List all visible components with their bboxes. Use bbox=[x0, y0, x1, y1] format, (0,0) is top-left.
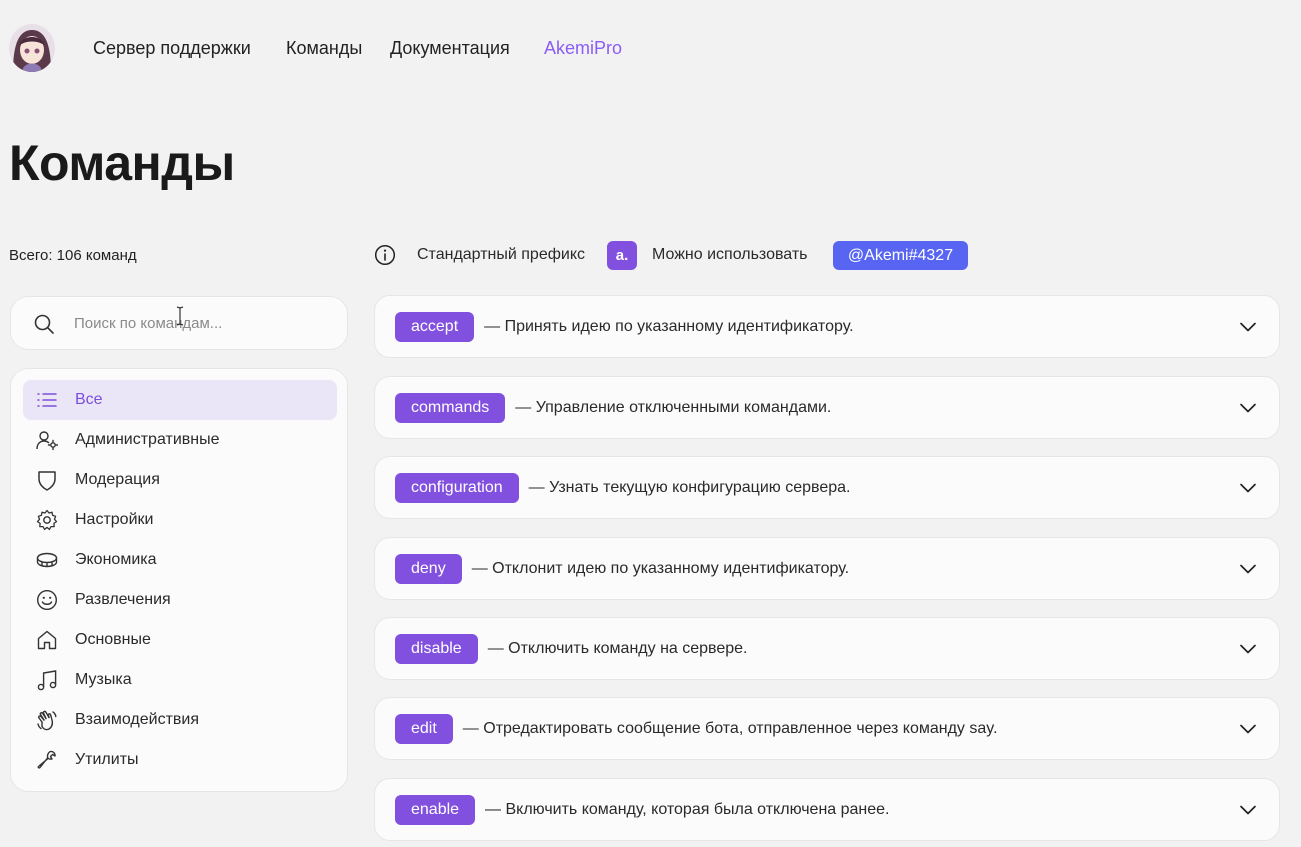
command-item-deny[interactable]: deny — Отклонит идею по указанному идент… bbox=[374, 537, 1280, 600]
prefix-badge: a. bbox=[607, 241, 637, 270]
chevron-down-icon[interactable] bbox=[1239, 560, 1257, 578]
command-description: — Управление отключенными командами. bbox=[515, 398, 832, 416]
category-label: Экономика bbox=[75, 551, 157, 568]
category-music[interactable]: Музыка bbox=[23, 660, 337, 700]
list-icon bbox=[37, 393, 57, 407]
page-title: Команды bbox=[9, 135, 235, 191]
text-cursor-icon bbox=[176, 306, 184, 326]
hand-wave-icon bbox=[37, 710, 57, 731]
top-nav: Сервер поддержки Команды Документация Ak… bbox=[0, 0, 1301, 96]
category-label: Развлечения bbox=[75, 591, 171, 608]
command-item-disable[interactable]: disable — Отключить команду на сервере. bbox=[374, 617, 1280, 680]
command-description: — Включить команду, которая была отключе… bbox=[485, 800, 890, 818]
total-commands-count: Всего: 106 команд bbox=[9, 247, 137, 264]
info-icon bbox=[374, 244, 396, 266]
category-fun[interactable]: Развлечения bbox=[23, 580, 337, 620]
command-description: — Отредактировать сообщение бота, отправ… bbox=[462, 719, 998, 737]
category-label: Утилиты bbox=[75, 751, 139, 768]
category-basic[interactable]: Основные bbox=[23, 620, 337, 660]
gear-icon bbox=[36, 509, 58, 531]
home-icon bbox=[37, 630, 57, 650]
music-icon bbox=[37, 670, 57, 691]
shield-icon bbox=[38, 471, 56, 491]
category-settings[interactable]: Настройки bbox=[23, 500, 337, 540]
search-input[interactable] bbox=[74, 309, 324, 337]
alt-usage-label: Можно использовать bbox=[652, 246, 808, 263]
category-label: Настройки bbox=[75, 511, 154, 528]
chevron-down-icon[interactable] bbox=[1239, 399, 1257, 417]
command-name-badge: configuration bbox=[395, 472, 519, 503]
category-list: Все Административные Модерация Настройки… bbox=[10, 368, 348, 792]
command-name-badge: disable bbox=[395, 633, 478, 664]
chevron-down-icon[interactable] bbox=[1239, 479, 1257, 497]
smile-icon bbox=[36, 589, 58, 611]
category-administrative[interactable]: Административные bbox=[23, 420, 337, 460]
command-name-badge: accept bbox=[395, 311, 475, 342]
category-interactions[interactable]: Взаимодействия bbox=[23, 700, 337, 740]
category-label: Модерация bbox=[75, 471, 160, 488]
command-name-badge: edit bbox=[395, 713, 453, 744]
category-label: Все bbox=[75, 391, 103, 408]
command-description: — Отключить команду на сервере. bbox=[487, 639, 748, 657]
command-item-commands[interactable]: commands — Управление отключенными коман… bbox=[374, 376, 1280, 439]
category-economy[interactable]: Экономика bbox=[23, 540, 337, 580]
command-item-edit[interactable]: edit — Отредактировать сообщение бота, о… bbox=[374, 697, 1280, 760]
category-moderation[interactable]: Модерация bbox=[23, 460, 337, 500]
category-all[interactable]: Все bbox=[23, 380, 337, 420]
command-item-configuration[interactable]: configuration — Узнать текущую конфигура… bbox=[374, 456, 1280, 519]
command-name-badge: enable bbox=[395, 794, 476, 825]
command-item-enable[interactable]: enable — Включить команду, которая была … bbox=[374, 778, 1280, 841]
akemi-avatar-logo[interactable] bbox=[9, 24, 55, 72]
user-gear-icon bbox=[36, 431, 58, 451]
command-description: — Отклонит идею по указанному идентифика… bbox=[471, 559, 850, 577]
command-name-badge: commands bbox=[395, 392, 506, 423]
category-label: Взаимодействия bbox=[75, 711, 199, 728]
search-icon bbox=[34, 314, 54, 334]
category-label: Музыка bbox=[75, 671, 132, 688]
chevron-down-icon[interactable] bbox=[1239, 801, 1257, 819]
nav-link-akemipro[interactable]: AkemiPro bbox=[544, 38, 622, 59]
category-label: Основные bbox=[75, 631, 151, 648]
command-description: — Узнать текущую конфигурацию сервера. bbox=[528, 478, 851, 496]
chevron-down-icon[interactable] bbox=[1239, 640, 1257, 658]
prefix-label: Стандартный префикс bbox=[417, 246, 586, 263]
mention-badge: @Akemi#4327 bbox=[833, 241, 968, 270]
chevron-down-icon[interactable] bbox=[1239, 720, 1257, 738]
nav-link-documentation[interactable]: Документация bbox=[390, 38, 510, 59]
category-utilities[interactable]: Утилиты bbox=[23, 740, 337, 780]
nav-link-support-server[interactable]: Сервер поддержки bbox=[93, 38, 251, 59]
category-label: Административные bbox=[75, 431, 220, 448]
command-item-accept[interactable]: accept — Принять идею по указанному иден… bbox=[374, 295, 1280, 358]
chevron-down-icon[interactable] bbox=[1239, 318, 1257, 336]
command-name-badge: deny bbox=[395, 553, 462, 584]
nav-link-commands[interactable]: Команды bbox=[286, 38, 362, 59]
coin-icon bbox=[36, 552, 58, 568]
wrench-icon bbox=[37, 750, 56, 769]
command-description: — Принять идею по указанному идентификат… bbox=[484, 317, 854, 335]
